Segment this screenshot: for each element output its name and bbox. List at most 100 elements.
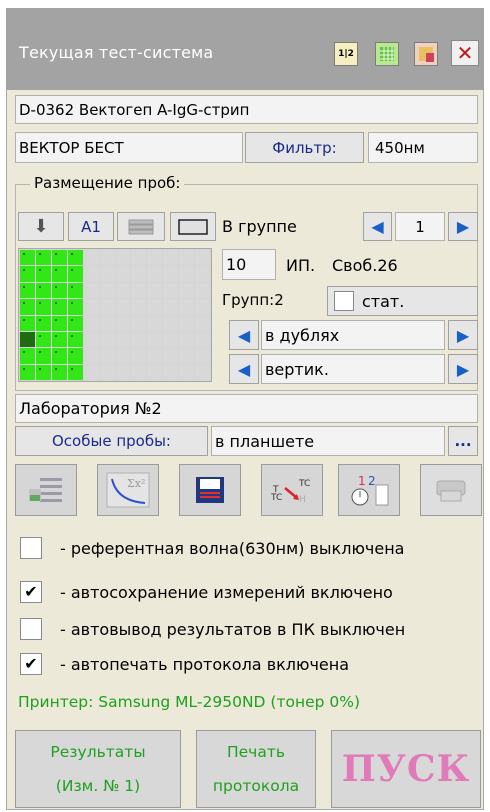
- group-next-button[interactable]: ▶: [448, 212, 478, 241]
- print-protocol-button[interactable]: Печать протокола: [196, 730, 316, 808]
- plate-well[interactable]: [195, 315, 210, 331]
- group-prev-button[interactable]: ◀: [363, 212, 392, 241]
- plate-well[interactable]: [35, 315, 51, 331]
- stat-toggle[interactable]: стат.: [327, 286, 478, 316]
- a1-button[interactable]: A1: [68, 212, 114, 241]
- plate-well[interactable]: [195, 348, 210, 364]
- plate-well[interactable]: [51, 282, 67, 299]
- plate-well[interactable]: [99, 299, 115, 315]
- plate-well[interactable]: [147, 315, 163, 331]
- save-button[interactable]: [179, 464, 241, 516]
- special-samples-field[interactable]: в планшете: [211, 426, 445, 456]
- plate-well[interactable]: [147, 364, 163, 380]
- plate-well[interactable]: [131, 364, 147, 380]
- plate-well[interactable]: [51, 266, 67, 282]
- plate-well[interactable]: [99, 266, 115, 282]
- sort-down-button[interactable]: ⬇: [18, 212, 64, 241]
- plate-well[interactable]: [83, 331, 99, 348]
- plate-well[interactable]: [147, 266, 163, 282]
- filter-value-field[interactable]: 450нм: [368, 132, 478, 163]
- more-button[interactable]: ...: [448, 426, 478, 456]
- plate-well[interactable]: [83, 282, 99, 299]
- close-button[interactable]: ✕: [451, 40, 479, 66]
- plate-well[interactable]: [51, 348, 67, 364]
- plate-well[interactable]: [163, 348, 179, 364]
- plate-well[interactable]: [147, 282, 163, 299]
- plate-well[interactable]: [83, 250, 99, 266]
- special-samples-button[interactable]: Особые пробы:: [15, 426, 208, 456]
- plate-well[interactable]: [83, 348, 99, 364]
- plate-well[interactable]: [67, 299, 83, 315]
- plate-well[interactable]: [20, 266, 35, 282]
- plate-well[interactable]: [99, 331, 115, 348]
- option-checkbox[interactable]: [20, 618, 42, 640]
- plate-well[interactable]: [51, 315, 67, 331]
- plate-well[interactable]: [20, 331, 35, 348]
- plate-well[interactable]: [99, 250, 115, 266]
- plate-well[interactable]: [131, 315, 147, 331]
- plate-well[interactable]: [115, 266, 131, 282]
- plate-well[interactable]: [35, 266, 51, 282]
- timer-protocol-button[interactable]: 1 2: [338, 464, 400, 516]
- plate-well[interactable]: [115, 364, 131, 380]
- plate-well[interactable]: [83, 266, 99, 282]
- ip-count-field[interactable]: 10: [222, 249, 276, 280]
- plate-well[interactable]: [51, 331, 67, 348]
- frame-button[interactable]: [170, 212, 216, 241]
- plate-well[interactable]: [20, 348, 35, 364]
- plate-well[interactable]: [35, 364, 51, 380]
- manufacturer-field[interactable]: ВЕКТОР БЕСТ: [15, 132, 243, 163]
- start-button[interactable]: ПУСК: [331, 730, 481, 808]
- plate-well[interactable]: [115, 282, 131, 299]
- sample-list-button[interactable]: [15, 464, 77, 516]
- plate-well[interactable]: [179, 364, 195, 380]
- plate-well[interactable]: [195, 299, 210, 315]
- plate-well[interactable]: [195, 266, 210, 282]
- plate-well[interactable]: [20, 299, 35, 315]
- calibration-curve-button[interactable]: Σx²: [97, 464, 159, 516]
- option-checkbox[interactable]: ✔: [20, 653, 42, 675]
- plate-well[interactable]: [35, 250, 51, 266]
- plate-well[interactable]: [99, 348, 115, 364]
- plate-well[interactable]: [131, 282, 147, 299]
- stat-checkbox[interactable]: [334, 291, 354, 311]
- grid-green-icon[interactable]: [375, 42, 399, 66]
- plate-well[interactable]: [115, 299, 131, 315]
- plate-well[interactable]: [99, 315, 115, 331]
- plate-well[interactable]: [179, 282, 195, 299]
- plate-well[interactable]: [67, 282, 83, 299]
- plate-well[interactable]: [99, 282, 115, 299]
- plate-well[interactable]: [195, 250, 210, 266]
- plate-well[interactable]: [195, 282, 210, 299]
- plate-well[interactable]: [131, 250, 147, 266]
- plate-well[interactable]: [20, 364, 35, 380]
- plate-well[interactable]: [51, 364, 67, 380]
- group-number-field[interactable]: 1: [395, 212, 445, 241]
- transfer-tc-button[interactable]: T TC TC H: [261, 464, 323, 516]
- plate-well[interactable]: [195, 331, 210, 348]
- plate-well[interactable]: [115, 315, 131, 331]
- plate-well[interactable]: [51, 299, 67, 315]
- plate-well[interactable]: [147, 299, 163, 315]
- plate-well[interactable]: [147, 331, 163, 348]
- plate-well[interactable]: [115, 348, 131, 364]
- direction-next-button[interactable]: ▶: [448, 354, 478, 384]
- plate-well[interactable]: [131, 266, 147, 282]
- plate-well[interactable]: [179, 348, 195, 364]
- plate-well[interactable]: [20, 250, 35, 266]
- plate-well[interactable]: [179, 299, 195, 315]
- plate-well[interactable]: [67, 331, 83, 348]
- plate-well[interactable]: [115, 250, 131, 266]
- filter-button[interactable]: Фильтр:: [245, 132, 364, 163]
- plate-well[interactable]: [163, 250, 179, 266]
- mode-prev-button[interactable]: ◀: [229, 320, 259, 350]
- plate-well[interactable]: [83, 364, 99, 380]
- plate-well[interactable]: [35, 282, 51, 299]
- plate-well[interactable]: [51, 250, 67, 266]
- mode-field[interactable]: в дублях: [261, 320, 445, 350]
- plate-well[interactable]: [163, 331, 179, 348]
- microplate-grid[interactable]: [18, 248, 212, 382]
- plate-well[interactable]: [83, 299, 99, 315]
- plate-well[interactable]: [131, 331, 147, 348]
- plate-well[interactable]: [179, 250, 195, 266]
